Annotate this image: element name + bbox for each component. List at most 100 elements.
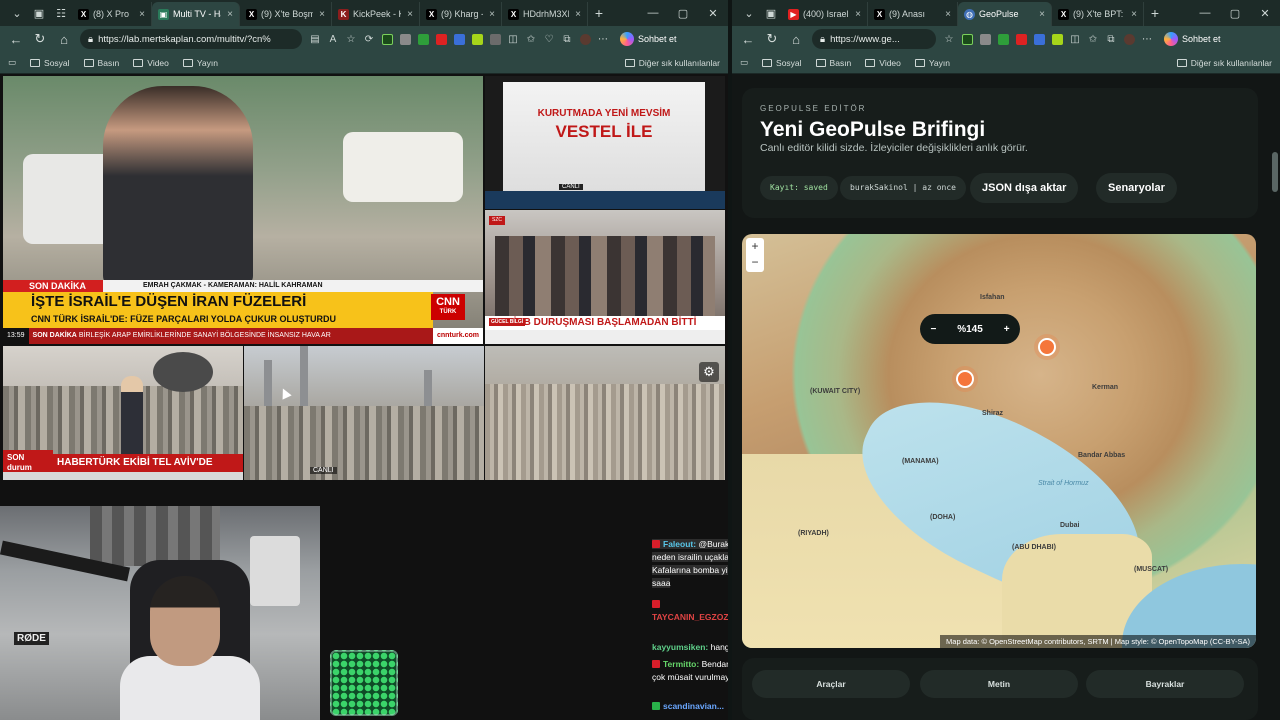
tab-x-bpt[interactable]: X (9) X'te BPT: " ×: [1052, 2, 1144, 26]
tools-tab[interactable]: Araçlar: [752, 670, 910, 698]
scenarios-button[interactable]: Senaryolar: [1096, 173, 1177, 203]
tab-x-bosma[interactable]: X(9) X'te Boşma×: [240, 2, 332, 26]
translate-icon[interactable]: [1030, 30, 1048, 48]
favorites-icon[interactable]: ✩: [1084, 30, 1102, 48]
map-marker-icon[interactable]: [1038, 338, 1056, 356]
tv-tile-haberturk[interactable]: SON durum HABERTÜRK EKİBİ TEL AVİV'DE: [3, 346, 243, 480]
minimize-icon[interactable]: —: [1190, 7, 1220, 20]
home-icon[interactable]: ⌂: [784, 32, 808, 47]
extension-icon[interactable]: [486, 30, 504, 48]
url-input[interactable]: 🔒︎ https://lab.mertskaplan.com/multitv/?c…: [80, 29, 302, 49]
tab-x-pro[interactable]: X (8) X Pro ×: [72, 2, 152, 26]
avatar[interactable]: [576, 30, 594, 48]
flags-tab[interactable]: Bayraklar: [1086, 670, 1244, 698]
workspaces-icon[interactable]: ▣: [28, 3, 50, 23]
other-favorites[interactable]: Diğer sık kullanılanlar: [1176, 58, 1272, 68]
close-icon[interactable]: ×: [945, 9, 951, 20]
other-favorites[interactable]: Diğer sık kullanılanlar: [624, 58, 720, 68]
collections-icon[interactable]: ⧉: [1102, 30, 1120, 48]
more-icon[interactable]: ⋯: [1138, 30, 1156, 48]
export-json-button[interactable]: JSON dışa aktar: [970, 173, 1079, 203]
bookmark-folder[interactable]: Basın: [83, 58, 119, 68]
split-screen-icon[interactable]: ◫: [1066, 30, 1084, 48]
back-icon[interactable]: ←: [4, 32, 28, 47]
zoom-in-button[interactable]: +: [1004, 324, 1010, 335]
refresh-icon[interactable]: ↻: [28, 31, 52, 47]
extension-icon[interactable]: [396, 30, 414, 48]
text-tab[interactable]: Metin: [920, 670, 1078, 698]
favorite-star-icon[interactable]: ☆: [342, 30, 360, 48]
browser-essentials-icon[interactable]: ♡: [540, 30, 558, 48]
refresh-icon[interactable]: ↻: [760, 31, 784, 47]
close-window-icon[interactable]: ✕: [698, 7, 728, 20]
tab-actions-icon[interactable]: ⌄: [6, 3, 28, 23]
url-input[interactable]: 🔒︎ https://www.ge...: [812, 29, 936, 49]
extension-icon[interactable]: [468, 30, 486, 48]
reader-icon[interactable]: ▤: [306, 30, 324, 48]
close-icon[interactable]: ×: [407, 9, 413, 20]
zoom-in-icon[interactable]: +: [746, 238, 764, 254]
close-icon[interactable]: ×: [575, 9, 581, 20]
close-icon[interactable]: ×: [139, 9, 145, 20]
tab-multi-tv[interactable]: ▣Multi TV - Hal×: [152, 2, 240, 26]
tab-kharg[interactable]: X(9) Kharg - Ar×: [420, 2, 502, 26]
tv-tile-city[interactable]: ⚙: [485, 346, 725, 480]
tab-geopulse[interactable]: ◍ GeoPulse ×: [958, 2, 1052, 26]
bookmark-folder[interactable]: Video: [865, 58, 901, 68]
extension-icon[interactable]: [994, 30, 1012, 48]
close-icon[interactable]: ×: [1131, 9, 1137, 20]
tv-tile-cnnturk[interactable]: SON DAKİKA EMRAH ÇAKMAK - KAMERAMAN: HAL…: [3, 76, 483, 344]
page-scrollbar[interactable]: [1272, 152, 1278, 192]
tab-kickpeek[interactable]: KKickPeek - Kic×: [332, 2, 420, 26]
minimize-icon[interactable]: —: [638, 7, 668, 20]
extension-icon[interactable]: [976, 30, 994, 48]
map-marker-icon[interactable]: [956, 370, 974, 388]
tv-tile-ibb[interactable]: SZC GÜCEL BİLGİ İBB DURUŞMASI BAŞLAMADAN …: [485, 210, 725, 344]
copilot-chat-button[interactable]: Sohbet et: [1160, 32, 1225, 46]
settings-gear-icon[interactable]: ⚙: [699, 362, 719, 382]
zoom-out-icon[interactable]: −: [746, 254, 764, 270]
extension-icon[interactable]: [958, 30, 976, 48]
translate-icon[interactable]: [450, 30, 468, 48]
map-attribution[interactable]: Map data: © OpenStreetMap contributors, …: [940, 635, 1256, 648]
tv-tile-telaviv[interactable]: CANLI: [244, 346, 484, 480]
close-icon[interactable]: ×: [1039, 9, 1045, 20]
workspaces-icon[interactable]: ▣: [760, 3, 782, 23]
close-window-icon[interactable]: ✕: [1250, 7, 1280, 20]
extension-icon[interactable]: [1012, 30, 1030, 48]
back-icon[interactable]: ←: [736, 32, 760, 47]
maximize-icon[interactable]: ▢: [1220, 7, 1250, 20]
favorites-icon[interactable]: ✩: [522, 30, 540, 48]
map-canvas[interactable]: + − − %145 + (KUWAIT CITY) (MANAMA) (DOHA) …: [742, 234, 1256, 648]
tab-groups-icon[interactable]: ☷: [50, 3, 72, 23]
close-icon[interactable]: ×: [855, 9, 861, 20]
favorite-star-icon[interactable]: ☆: [940, 30, 958, 48]
bookmark-folder[interactable]: Sosyal: [30, 58, 70, 68]
tab-hddrhm[interactable]: XHDdrhM3XIA/×: [502, 2, 588, 26]
collections-icon[interactable]: ⧉: [558, 30, 576, 48]
copilot-chat-button[interactable]: Sohbet et: [616, 32, 681, 46]
avatar[interactable]: [1120, 30, 1138, 48]
read-aloud-icon[interactable]: A: [324, 30, 342, 48]
extension-icon[interactable]: [1048, 30, 1066, 48]
bookmarks-sidebar-icon[interactable]: ▭: [740, 57, 748, 68]
extension-icon[interactable]: [432, 30, 450, 48]
tab-israel-live[interactable]: ▶(400) Israel Liv×: [782, 2, 868, 26]
extension-icon[interactable]: [414, 30, 432, 48]
new-tab-icon[interactable]: +: [1144, 5, 1166, 21]
close-icon[interactable]: ×: [319, 9, 325, 20]
map-zoom-control[interactable]: + −: [746, 238, 764, 272]
close-icon[interactable]: ×: [227, 9, 233, 20]
bookmark-folder[interactable]: Basın: [815, 58, 851, 68]
tab-actions-icon[interactable]: ⌄: [738, 3, 760, 23]
bookmark-folder[interactable]: Yayın: [914, 58, 950, 68]
extension-icon[interactable]: [378, 30, 396, 48]
tv-tile-ad[interactable]: KURUTMADA YENİ MEVSİM VESTEL İLE CANLI: [485, 76, 725, 209]
home-icon[interactable]: ⌂: [52, 32, 76, 47]
bookmark-folder[interactable]: Sosyal: [762, 58, 802, 68]
new-tab-icon[interactable]: +: [588, 5, 610, 21]
sync-icon[interactable]: ⟳: [360, 30, 378, 48]
zoom-out-button[interactable]: −: [930, 324, 936, 335]
more-icon[interactable]: ⋯: [594, 30, 612, 48]
split-screen-icon[interactable]: ◫: [504, 30, 522, 48]
